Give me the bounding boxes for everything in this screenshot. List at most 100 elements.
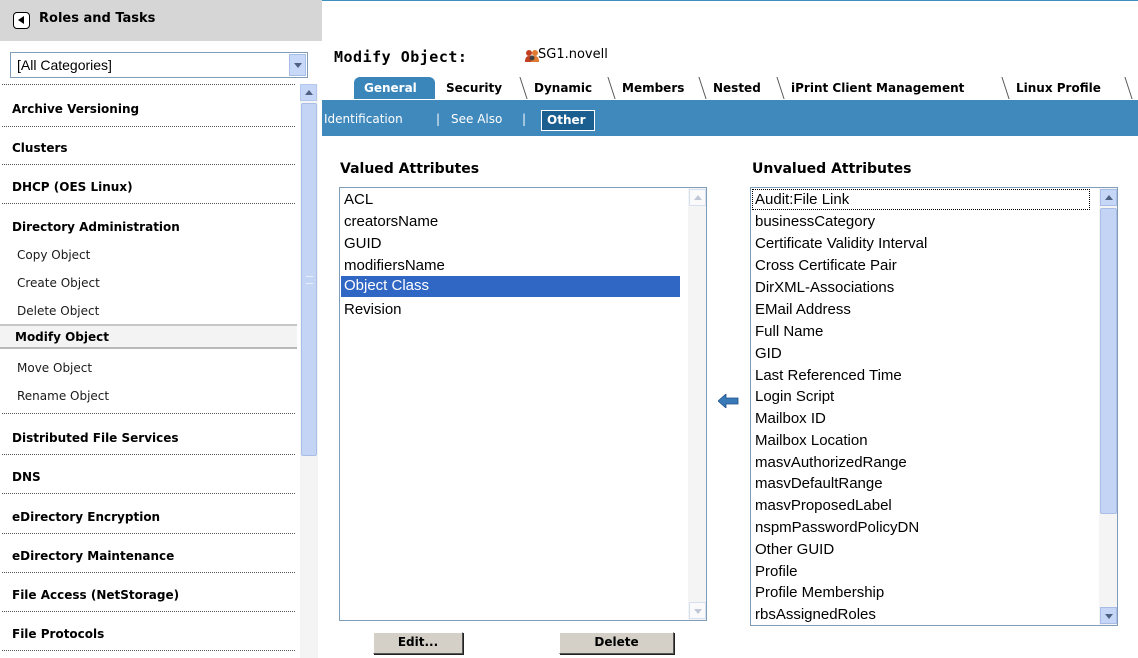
list-item[interactable]: Other GUID [755, 541, 834, 558]
valued-attributes-list[interactable]: ACL creatorsName GUID modifiersName Obje… [339, 187, 707, 621]
nav-category-clusters[interactable]: Clusters [0, 141, 296, 159]
nav-category-distributed-file-services[interactable]: Distributed File Services [0, 431, 296, 449]
tab-general[interactable]: General [354, 77, 435, 99]
page-title: Modify Object: [334, 48, 468, 66]
list-item[interactable]: Mailbox ID [755, 410, 826, 427]
divider [2, 413, 295, 414]
nav-category-edirectory-maintenance[interactable]: eDirectory Maintenance [0, 549, 296, 567]
object-name: SG1.novell [538, 47, 608, 62]
arrow-left-icon[interactable] [718, 394, 740, 408]
nav-category-label: File Protocols [12, 627, 105, 641]
nav-task-label: Modify Object [15, 330, 110, 344]
nav-category-label: Distributed File Services [12, 431, 179, 445]
scrollbar-thumb[interactable] [1100, 208, 1117, 514]
nav-task-copy-object[interactable]: Copy Object [0, 248, 296, 266]
list-item[interactable]: Revision [344, 301, 402, 318]
subtab-other[interactable]: Other [541, 110, 595, 131]
list-item[interactable]: modifiersName [344, 257, 445, 274]
list-item[interactable]: rbsAssignedRoles [755, 606, 876, 623]
list-item[interactable]: EMail Address [755, 301, 851, 318]
tab-label: iPrint Client Management [791, 81, 965, 95]
delete-button[interactable]: Delete [559, 632, 674, 654]
nav-task-label: Copy Object [17, 248, 91, 262]
roles-and-tasks-header: Roles and Tasks [0, 0, 322, 41]
nav-category-archive-versioning[interactable]: Archive Versioning [0, 102, 296, 120]
valued-list-scrollbar[interactable] [688, 188, 706, 620]
scroll-up-icon[interactable] [689, 189, 706, 206]
tab-linux-profile[interactable]: Linux Profile [1006, 77, 1126, 99]
list-item[interactable]: Audit:File Link [755, 191, 849, 208]
nav-task-label: Rename Object [17, 389, 110, 403]
unvalued-attributes-list[interactable]: Audit:File Link businessCategory Certifi… [750, 187, 1118, 626]
list-item[interactable]: ACL [344, 191, 373, 208]
list-item[interactable]: GUID [344, 235, 382, 252]
divider [2, 572, 295, 573]
nav-category-label: DHCP (OES Linux) [12, 180, 133, 194]
list-item[interactable]: Full Name [755, 323, 823, 340]
divider [2, 611, 295, 612]
task-navigation: Archive Versioning Clusters DHCP (OES Li… [0, 84, 300, 658]
list-item[interactable]: Last Referenced Time [755, 367, 902, 384]
list-item[interactable]: Certificate Validity Interval [755, 235, 927, 252]
list-item[interactable]: masvDefaultRange [755, 475, 883, 492]
nav-category-file-protocols[interactable]: File Protocols [0, 627, 296, 645]
tab-label: Security [446, 81, 503, 95]
scroll-up-icon[interactable] [300, 84, 317, 101]
subtab-see-also[interactable]: See Also [451, 112, 502, 126]
nav-task-move-object[interactable]: Move Object [0, 361, 296, 379]
subtab-identification[interactable]: Identification [324, 112, 403, 126]
tab-label: Dynamic [534, 81, 593, 95]
list-item[interactable]: GID [755, 345, 782, 362]
divider [2, 650, 295, 651]
list-item[interactable]: Profile Membership [755, 584, 884, 601]
nav-category-directory-administration[interactable]: Directory Administration [0, 220, 296, 238]
collapse-pane-icon[interactable] [13, 12, 30, 29]
subtab-label: Other [547, 113, 586, 127]
scroll-down-icon[interactable] [689, 602, 706, 619]
nav-scrollbar[interactable] [300, 84, 318, 658]
unvalued-list-scrollbar[interactable] [1099, 188, 1117, 625]
list-item[interactable]: nspmPasswordPolicyDN [755, 519, 919, 536]
list-item[interactable]: masvProposedLabel [755, 497, 892, 514]
nav-task-label: Create Object [17, 276, 100, 290]
edit-button[interactable]: Edit... [373, 632, 463, 654]
nav-category-edirectory-encryption[interactable]: eDirectory Encryption [0, 510, 296, 528]
nav-category-dhcp[interactable]: DHCP (OES Linux) [0, 180, 296, 198]
scroll-down-icon[interactable] [1100, 607, 1117, 624]
valued-attributes-heading: Valued Attributes [340, 161, 480, 177]
list-item-selected[interactable]: Object Class [341, 276, 680, 297]
subtab-separator: | [436, 112, 441, 126]
list-item[interactable]: Profile [755, 563, 798, 580]
nav-task-rename-object[interactable]: Rename Object [0, 389, 296, 407]
scrollbar-thumb[interactable] [301, 103, 317, 456]
subtab-bar: Identification | See Also | Other [322, 100, 1138, 136]
nav-category-label: eDirectory Encryption [12, 510, 161, 524]
divider [2, 164, 295, 165]
tab-members[interactable]: Members [612, 77, 700, 99]
list-item[interactable]: masvAuthorizedRange [755, 454, 907, 471]
category-select[interactable]: [All Categories] [10, 52, 308, 78]
list-item[interactable]: Login Script [755, 388, 834, 405]
roles-and-tasks-pane: Roles and Tasks [All Categories] Archive… [0, 0, 322, 658]
tab-iprint-client-management[interactable]: iPrint Client Management [781, 77, 1003, 99]
nav-task-create-object[interactable]: Create Object [0, 276, 296, 294]
list-item[interactable]: DirXML-Associations [755, 279, 894, 296]
nav-task-delete-object[interactable]: Delete Object [0, 304, 296, 322]
list-item[interactable]: Cross Certificate Pair [755, 257, 897, 274]
chevron-down-icon[interactable] [289, 54, 306, 76]
scroll-up-icon[interactable] [1100, 189, 1117, 206]
list-item-label: Object Class [344, 277, 430, 294]
tab-nested[interactable]: Nested [703, 77, 778, 99]
nav-task-modify-object[interactable]: Modify Object [0, 324, 297, 349]
tab-dynamic[interactable]: Dynamic [524, 77, 609, 99]
unvalued-attributes-heading: Unvalued Attributes [752, 161, 912, 177]
list-item[interactable]: creatorsName [344, 213, 438, 230]
nav-category-file-access[interactable]: File Access (NetStorage) [0, 588, 296, 606]
tab-security[interactable]: Security [436, 77, 521, 99]
tab-label: Linux Profile [1016, 81, 1101, 95]
list-item[interactable]: Mailbox Location [755, 432, 868, 449]
nav-task-label: Delete Object [17, 304, 100, 318]
nav-category-dns[interactable]: DNS [0, 470, 296, 488]
divider [2, 493, 295, 494]
list-item[interactable]: businessCategory [755, 213, 875, 230]
